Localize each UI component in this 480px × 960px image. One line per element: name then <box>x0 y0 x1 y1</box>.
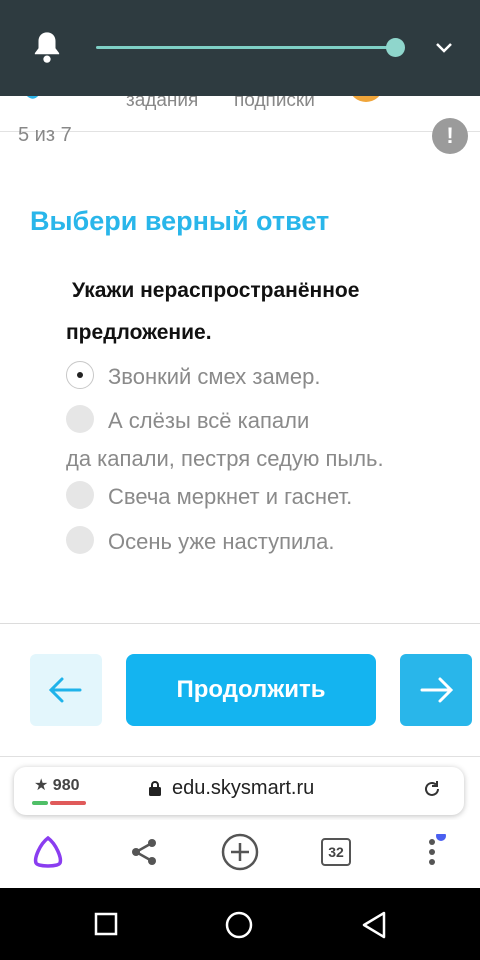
star-icon: ★ <box>34 777 49 794</box>
share-icon[interactable] <box>126 834 162 870</box>
reload-icon[interactable] <box>422 779 442 799</box>
report-icon[interactable]: ! <box>432 118 468 154</box>
option-text-1[interactable]: Звонкий смех замер. <box>108 364 320 390</box>
prev-button[interactable] <box>30 654 102 726</box>
nav-item-tasks[interactable]: задания <box>126 96 198 112</box>
task-title: Выбери верный ответ <box>30 206 330 236</box>
next-button[interactable] <box>400 654 472 726</box>
option-text-2-line-2[interactable]: да капали, пестря седую пыль. <box>66 446 384 472</box>
rating-bar-positive <box>32 801 48 805</box>
option-radio-3[interactable] <box>66 481 94 509</box>
chevron-down-icon[interactable] <box>434 38 454 58</box>
divider <box>0 756 480 757</box>
option-radio-2[interactable] <box>66 405 94 433</box>
arrow-right-icon <box>420 677 454 703</box>
notification-shade <box>0 0 480 96</box>
system-navigation-bar <box>0 888 480 960</box>
site-header: задания подписки <box>0 96 480 132</box>
option-text-4[interactable]: Осень уже наступила. <box>108 529 334 555</box>
continue-button[interactable]: Продолжить <box>126 654 376 726</box>
bell-icon[interactable] <box>32 30 62 64</box>
rating-bar-negative <box>50 801 86 805</box>
arrow-left-icon <box>48 677 82 703</box>
recent-apps-icon[interactable] <box>94 912 118 936</box>
alice-assistant-icon[interactable] <box>30 834 66 870</box>
question-label: Укажи нераспространённое предложение. <box>66 279 360 344</box>
option-text-2-line-1[interactable]: А слёзы всё капали <box>108 408 309 434</box>
brightness-slider-thumb[interactable] <box>386 38 405 57</box>
home-icon[interactable] <box>224 910 254 940</box>
question-text: Укажи нераспространённое предложение. <box>66 270 426 354</box>
address-bar[interactable]: ★ 980 edu.skysmart.ru <box>14 767 464 815</box>
task-progress: 5 из 7 <box>18 124 72 146</box>
option-radio-1[interactable] <box>66 361 94 389</box>
divider <box>0 623 480 624</box>
rating-value: 980 <box>52 777 80 794</box>
site-logo-icon[interactable] <box>22 96 56 104</box>
option-text-3[interactable]: Свеча меркнет и гаснет. <box>108 484 352 510</box>
nav-item-subscriptions[interactable]: подписки <box>234 96 315 112</box>
tabs-count-button[interactable]: 32 <box>321 838 351 866</box>
brightness-slider-track[interactable] <box>96 46 396 49</box>
back-icon[interactable] <box>360 910 388 940</box>
option-radio-4[interactable] <box>66 526 94 554</box>
browser-toolbar <box>0 820 480 888</box>
url-text[interactable]: edu.skysmart.ru <box>172 777 314 800</box>
new-tab-icon[interactable] <box>220 832 260 872</box>
lock-icon <box>149 781 161 796</box>
site-rating[interactable]: ★ 980 <box>34 775 80 795</box>
avatar[interactable] <box>350 96 382 102</box>
menu-dots-icon[interactable] <box>412 834 448 870</box>
